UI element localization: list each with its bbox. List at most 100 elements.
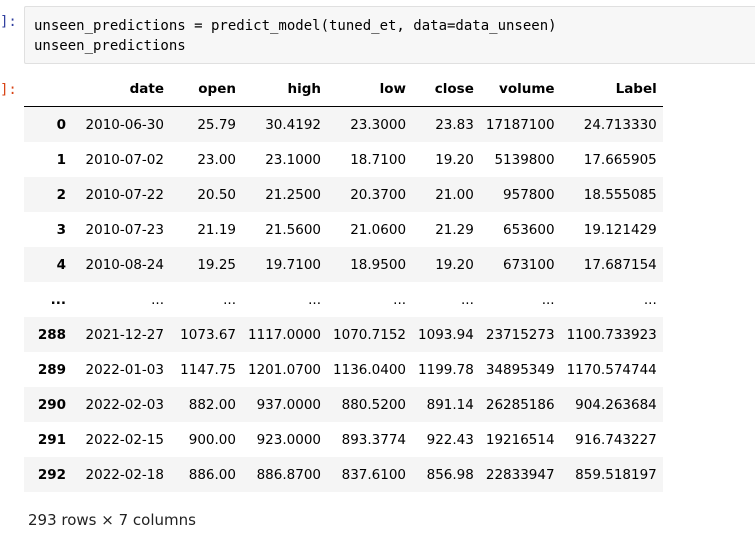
table-cell: 957800 bbox=[503, 186, 555, 203]
row-index: 1 bbox=[56, 151, 66, 168]
table-cell: 922.43 bbox=[426, 431, 474, 448]
table-cell: ... bbox=[393, 291, 407, 308]
table-cell: 1147.75 bbox=[180, 361, 236, 378]
table-cell: 886.8700 bbox=[256, 466, 322, 483]
table-cell: 20.50 bbox=[197, 186, 236, 203]
table-cell: 1070.7152 bbox=[333, 326, 407, 343]
table-cell: 18.7100 bbox=[350, 151, 407, 168]
table-cell: 2010-08-24 bbox=[85, 256, 164, 273]
column-header-label: Label bbox=[560, 72, 663, 107]
column-header-low: low bbox=[327, 72, 413, 107]
column-header-date: date bbox=[72, 72, 170, 107]
table-cell: 23.83 bbox=[435, 116, 474, 133]
table-cell: 23.00 bbox=[197, 151, 236, 168]
table-cell: ... bbox=[308, 291, 322, 308]
table-cell: 859.518197 bbox=[575, 466, 657, 483]
table-cell: 880.5200 bbox=[341, 396, 407, 413]
table-row: 288 2021-12-27 1073.67 1117.0000 1070.7152 10… bbox=[24, 317, 663, 352]
column-header-open: open bbox=[170, 72, 242, 107]
table-cell: 653600 bbox=[503, 221, 555, 238]
row-index: 292 bbox=[37, 466, 66, 483]
table-cell: ... bbox=[460, 291, 474, 308]
table-cell: 891.14 bbox=[426, 396, 474, 413]
table-cell: 21.0600 bbox=[350, 221, 407, 238]
code-line: unseen_predictions = predict_model(tuned… bbox=[34, 18, 557, 34]
dataframe-table: date open high low close volume Label 0 2… bbox=[24, 72, 663, 492]
row-index: 4 bbox=[56, 256, 66, 273]
table-cell: 937.0000 bbox=[256, 396, 322, 413]
table-cell: 19.20 bbox=[435, 256, 474, 273]
dataframe-output: date open high low close volume Label 0 2… bbox=[24, 72, 663, 492]
table-row: 3 2010-07-23 21.19 21.5600 21.0600 21.29 65360… bbox=[24, 212, 663, 247]
table-cell: 17.665905 bbox=[583, 151, 657, 168]
table-row: 4 2010-08-24 19.25 19.7100 18.9500 19.20 67310… bbox=[24, 247, 663, 282]
table-row: 291 2022-02-15 900.00 923.0000 893.3774 922.4… bbox=[24, 422, 663, 457]
table-cell: 19.7100 bbox=[265, 256, 322, 273]
table-cell: 2010-06-30 bbox=[85, 116, 164, 133]
code-line: unseen_predictions bbox=[34, 38, 186, 54]
table-row: ........................ bbox=[24, 282, 663, 317]
table-cell: 1136.0400 bbox=[333, 361, 407, 378]
table-cell: 5139800 bbox=[494, 151, 555, 168]
table-cell: 21.5600 bbox=[265, 221, 322, 238]
table-cell: 2010-07-22 bbox=[85, 186, 164, 203]
column-header-high: high bbox=[242, 72, 328, 107]
table-cell: 21.00 bbox=[435, 186, 474, 203]
table-cell: 19.25 bbox=[197, 256, 236, 273]
table-cell: 856.98 bbox=[426, 466, 474, 483]
table-cell: ... bbox=[223, 291, 236, 308]
row-index: 291 bbox=[37, 431, 66, 448]
table-cell: 2022-02-15 bbox=[85, 431, 164, 448]
table-cell: 25.79 bbox=[197, 116, 236, 133]
row-index: 288 bbox=[37, 326, 66, 343]
table-cell: 886.00 bbox=[188, 466, 236, 483]
row-index: 0 bbox=[56, 116, 66, 133]
table-cell: 18.9500 bbox=[350, 256, 407, 273]
code-cell-editor[interactable]: unseen_predictions = predict_model(tuned… bbox=[24, 6, 755, 64]
table-cell: 923.0000 bbox=[256, 431, 322, 448]
table-cell: ... bbox=[643, 291, 657, 308]
table-header-row: date open high low close volume Label bbox=[24, 72, 663, 107]
table-cell: 2022-01-03 bbox=[85, 361, 164, 378]
table-cell: 1199.78 bbox=[418, 361, 474, 378]
table-body: 0 2010-06-30 25.79 30.4192 23.3000 23.83 17187… bbox=[24, 106, 663, 492]
table-cell: 24.713330 bbox=[583, 116, 657, 133]
table-cell: 900.00 bbox=[188, 431, 236, 448]
table-row: 292 2022-02-18 886.00 886.8700 837.6100 856.9… bbox=[24, 457, 663, 492]
column-header-volume: volume bbox=[479, 72, 561, 107]
output-prompt: ]: bbox=[0, 82, 17, 98]
row-index: 289 bbox=[37, 361, 66, 378]
table-cell: 1117.0000 bbox=[248, 326, 322, 343]
table-cell: 2021-12-27 bbox=[85, 326, 164, 343]
table-cell: 673100 bbox=[503, 256, 555, 273]
table-cell: 2010-07-02 bbox=[85, 151, 164, 168]
row-index: 290 bbox=[37, 396, 66, 413]
table-cell: 2022-02-18 bbox=[85, 466, 164, 483]
table-cell: 21.19 bbox=[197, 221, 236, 238]
table-cell: 30.4192 bbox=[265, 116, 322, 133]
table-cell: 1170.574744 bbox=[566, 361, 657, 378]
row-index: 2 bbox=[56, 186, 66, 203]
table-row: 0 2010-06-30 25.79 30.4192 23.3000 23.83 17187… bbox=[24, 106, 663, 142]
table-cell: 17187100 bbox=[485, 116, 555, 133]
table-row: 2 2010-07-22 20.50 21.2500 20.3700 21.00 95780… bbox=[24, 177, 663, 212]
table-cell: 23715273 bbox=[485, 326, 555, 343]
rows-columns-summary: 293 rows × 7 columns bbox=[28, 511, 196, 529]
table-cell: 1073.67 bbox=[180, 326, 236, 343]
table-cell: 18.555085 bbox=[583, 186, 657, 203]
table-row: 1 2010-07-02 23.00 23.1000 18.7100 19.20 51398… bbox=[24, 142, 663, 177]
table-cell: 22833947 bbox=[485, 466, 555, 483]
table-cell: ... bbox=[541, 291, 555, 308]
table-row: 289 2022-01-03 1147.75 1201.0700 1136.0400 11… bbox=[24, 352, 663, 387]
input-prompt: ]: bbox=[0, 14, 17, 30]
table-cell: 1100.733923 bbox=[566, 326, 657, 343]
table-cell: 23.3000 bbox=[350, 116, 407, 133]
table-cell: 916.743227 bbox=[575, 431, 657, 448]
table-cell: 23.1000 bbox=[265, 151, 322, 168]
table-cell: 21.2500 bbox=[265, 186, 322, 203]
table-cell: 904.263684 bbox=[575, 396, 657, 413]
table-cell: 893.3774 bbox=[341, 431, 407, 448]
table-cell: 2022-02-03 bbox=[85, 396, 164, 413]
table-cell: 26285186 bbox=[485, 396, 555, 413]
table-cell: 34895349 bbox=[485, 361, 555, 378]
